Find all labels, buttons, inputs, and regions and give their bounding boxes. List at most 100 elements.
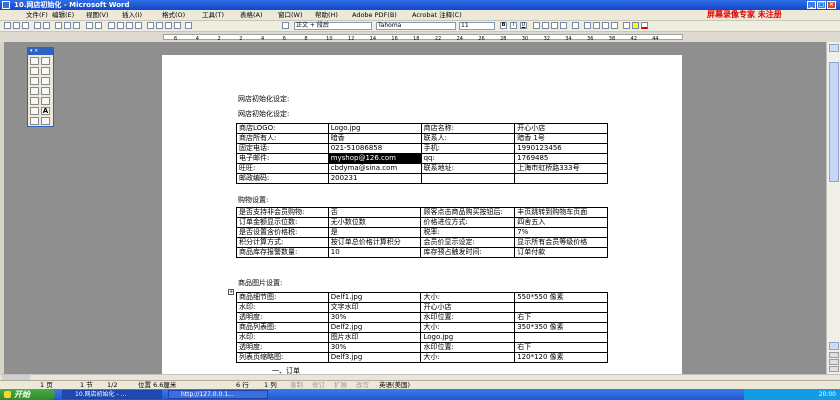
table-cell[interactable]: Logo.jpg xyxy=(420,332,516,343)
table-cell[interactable]: 商店名称: xyxy=(420,123,516,134)
table-cell[interactable]: 库存预占触发时间: xyxy=(420,247,516,258)
table-cell[interactable]: 右下 xyxy=(514,342,608,353)
pen-icon[interactable] xyxy=(30,57,39,65)
table-cell[interactable]: 透明度: xyxy=(236,312,329,323)
table-cell[interactable]: 按订单总价格计算积分 xyxy=(327,237,422,248)
table-cell[interactable]: 30% xyxy=(327,342,422,353)
table-cell[interactable]: 7% xyxy=(514,227,608,238)
menu-view[interactable]: 视图(V) xyxy=(86,11,109,19)
table-cell[interactable] xyxy=(514,332,608,343)
word-app-icon[interactable] xyxy=(2,1,10,9)
highlight-icon[interactable] xyxy=(632,22,639,29)
cut-icon[interactable] xyxy=(55,22,62,29)
table-cell[interactable]: 550*550 像素 xyxy=(514,292,608,303)
taskbar-browser-window[interactable]: http://127.0.0.1... xyxy=(168,390,268,399)
table-cell[interactable]: 商品细节图: xyxy=(236,292,329,303)
table-move-handle-icon[interactable]: + xyxy=(228,289,234,295)
menu-tools[interactable]: 工具(T) xyxy=(202,11,224,19)
image-icon[interactable] xyxy=(30,117,39,125)
undo-icon[interactable] xyxy=(30,107,39,115)
table-cell[interactable]: 200231 xyxy=(327,173,422,184)
rectangle-icon[interactable] xyxy=(41,77,50,85)
table-cell[interactable]: Logo.jpg xyxy=(327,123,422,134)
table-cell[interactable]: 丰页跳转到购物车页面 xyxy=(514,207,608,218)
table-cell[interactable]: 水印位置: xyxy=(420,342,516,353)
table-cell[interactable]: 商品列表图: xyxy=(236,322,329,333)
table-cell[interactable]: cbdyma@sina.com xyxy=(327,163,422,174)
table-cell[interactable]: 会员价显示设定: xyxy=(420,237,516,248)
ruler-track[interactable]: 6 4 2 2 4 6 8 10 12 14 16 18 22 24 26 28 30 32 34 36 38 42 44 xyxy=(163,34,683,41)
table-cell[interactable]: 是否支持非会员购物: xyxy=(236,207,329,218)
table-cell[interactable]: myshop@126.com xyxy=(327,153,422,164)
arrow-icon[interactable] xyxy=(41,87,50,95)
start-button[interactable]: 开始 xyxy=(0,389,55,400)
menu-adobe-pdf[interactable]: Adobe PDF(B) xyxy=(352,11,397,19)
menu-window[interactable]: 窗口(W) xyxy=(278,11,303,19)
table-cell[interactable]: 文字水印 xyxy=(327,302,422,313)
font-color-icon[interactable] xyxy=(641,22,648,29)
table-cell[interactable]: 无小数位数 xyxy=(327,217,422,228)
table-cell[interactable]: 30% xyxy=(327,312,422,323)
styles-pane-icon[interactable] xyxy=(185,22,192,29)
table-cell[interactable] xyxy=(514,302,608,313)
table-cell[interactable]: 大小: xyxy=(420,352,516,363)
menu-file[interactable]: 文件(F) xyxy=(26,11,48,19)
font-size-combo[interactable]: 11 xyxy=(459,22,495,30)
show-hide-icon[interactable] xyxy=(135,22,142,29)
read-icon[interactable] xyxy=(156,22,163,29)
zoom-icon[interactable] xyxy=(147,22,154,29)
table-cell[interactable]: 商店所有人: xyxy=(236,133,329,144)
table-cell[interactable]: 订单金额显示位数: xyxy=(236,217,329,228)
font-combo[interactable]: Tahoma xyxy=(376,22,456,30)
preview-icon[interactable] xyxy=(43,22,50,29)
line-icon[interactable] xyxy=(30,77,39,85)
table-cell[interactable]: 上海市虹桥路333号 xyxy=(514,163,608,174)
menu-format[interactable]: 格式(O) xyxy=(162,11,185,19)
floating-toolbar-header[interactable]: ▾ × xyxy=(28,48,53,55)
align-center-icon[interactable] xyxy=(542,22,549,29)
increase-indent-icon[interactable] xyxy=(611,22,618,29)
bullets-icon[interactable] xyxy=(593,22,600,29)
table-cell[interactable]: 联系地址: xyxy=(420,163,516,174)
table-cell[interactable]: qq: xyxy=(420,153,516,164)
adobe-pdf-icon[interactable] xyxy=(174,22,181,29)
table-cell[interactable]: 商品库存报警数量: xyxy=(236,247,329,258)
paste-icon[interactable] xyxy=(73,22,80,29)
table-cell[interactable]: 021-51086858 xyxy=(327,143,422,154)
table-cell[interactable]: Delf3.jpg xyxy=(327,352,422,363)
image-settings-table[interactable]: 商品细节图: Delf1.jpg 大小: 550*550 像素 水印: 文字水印 开心小店透… xyxy=(236,292,608,363)
print-icon[interactable] xyxy=(34,22,41,29)
menu-edit[interactable]: 编辑(E) xyxy=(52,11,74,19)
table-cell[interactable]: 商店LOGO: xyxy=(236,123,329,134)
color-icon[interactable] xyxy=(41,97,50,105)
line-spacing-icon[interactable] xyxy=(572,22,579,29)
table-cell[interactable]: 350*350 像素 xyxy=(514,322,608,333)
taskbar-word-window[interactable]: 10.网店初始化 - ... xyxy=(62,390,162,399)
table-cell[interactable]: 税率: xyxy=(420,227,516,238)
table-cell[interactable] xyxy=(514,173,608,184)
border-icon[interactable] xyxy=(623,22,630,29)
style-combo[interactable]: 正文 + 段后 xyxy=(294,22,372,30)
table-cell[interactable]: 固定电话: xyxy=(236,143,329,154)
table-cell[interactable]: 订单付款 xyxy=(514,247,608,258)
copy-icon[interactable] xyxy=(64,22,71,29)
table-cell[interactable]: 10 xyxy=(327,247,422,258)
table-cell[interactable]: 1990123456 xyxy=(514,143,608,154)
table-cell[interactable]: 图片水印 xyxy=(327,332,422,343)
table-cell[interactable]: 列表页缩略图: xyxy=(236,352,329,363)
table-cell[interactable]: 四舍五入 xyxy=(514,217,608,228)
table-cell[interactable]: 旺旺: xyxy=(236,163,329,174)
open-folder-icon[interactable] xyxy=(13,22,20,29)
table-cell[interactable]: Delf1.jpg xyxy=(327,292,422,303)
underline-button[interactable]: U xyxy=(520,22,527,29)
bold-button[interactable]: B xyxy=(500,22,507,29)
justify-icon[interactable] xyxy=(560,22,567,29)
document-page[interactable]: 网店初始化设定: 网店初始化设定: 商店LOGO: Logo.jpg 商店名称: 开心… xyxy=(162,55,682,375)
menu-acrobat-comments[interactable]: Acrobat 注释(C) xyxy=(412,11,462,19)
table-cell[interactable]: 顾客点击商品购买按钮后: xyxy=(420,207,516,218)
close-button[interactable]: × xyxy=(827,1,836,9)
save-icon[interactable] xyxy=(22,22,29,29)
table-cell[interactable]: 暗香 xyxy=(327,133,422,144)
help-icon[interactable] xyxy=(165,22,172,29)
table-cell[interactable]: 否 xyxy=(327,207,422,218)
